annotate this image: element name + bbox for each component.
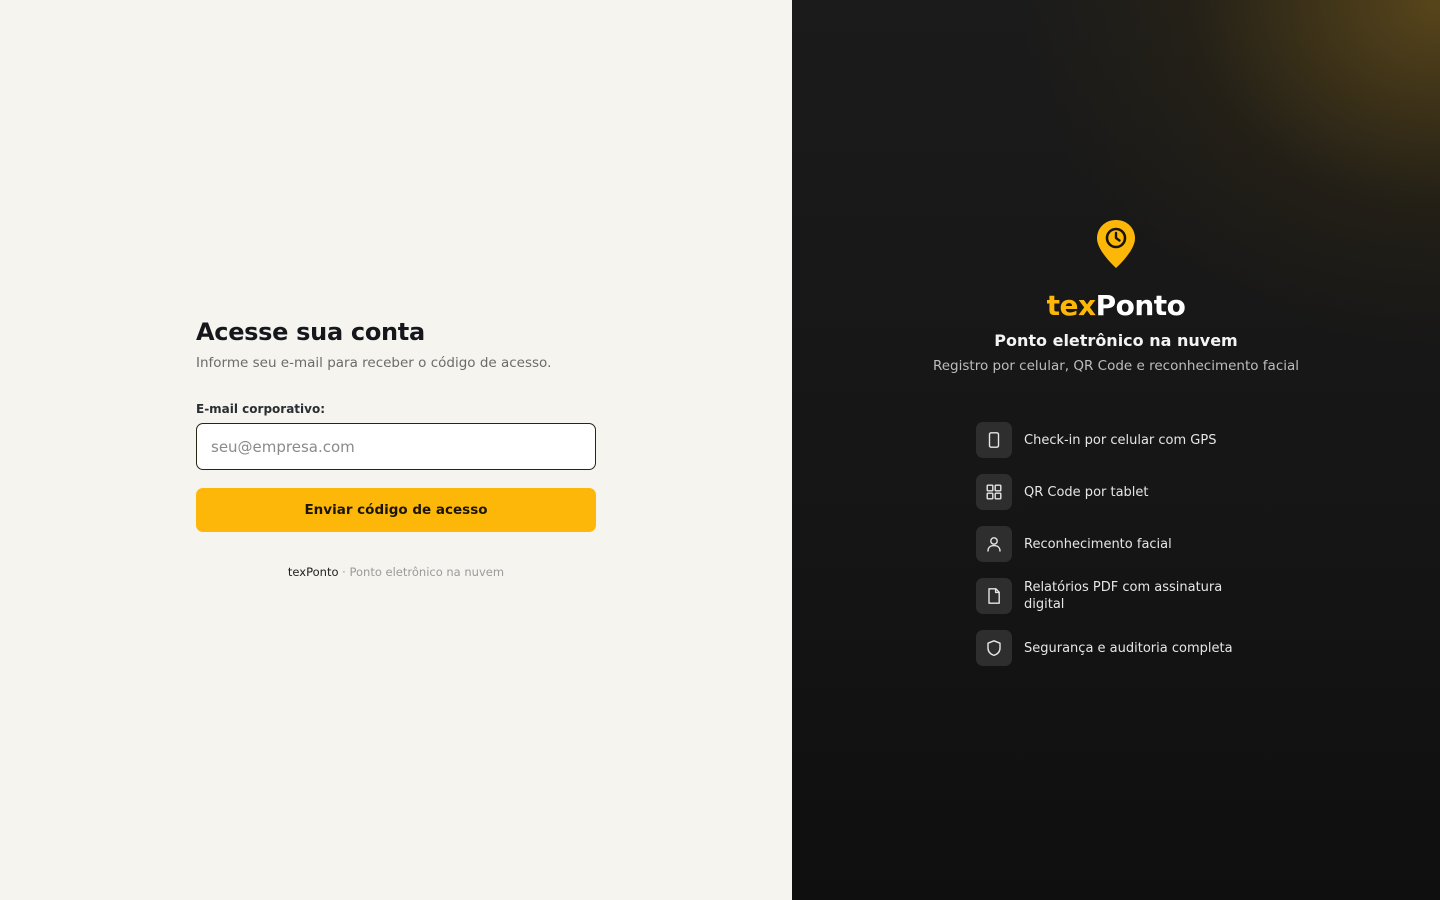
document-icon [976, 578, 1012, 614]
feature-label: Check-in por celular com GPS [1024, 432, 1217, 448]
qr-grid-icon [976, 474, 1012, 510]
feature-item: Relatórios PDF com assinatura digital [976, 578, 1276, 614]
login-subtitle: Informe seu e-mail para receber o código… [196, 355, 552, 371]
location-pin-clock-icon [1094, 218, 1138, 270]
feature-item: Reconhecimento facial [976, 526, 1276, 562]
brand-name-part2: Ponto [1095, 289, 1186, 322]
brand-name-part1: tex [1046, 289, 1096, 322]
brand-description: Registro por celular, QR Code e reconhec… [932, 358, 1300, 374]
feature-label: QR Code por tablet [1024, 484, 1149, 500]
brand-block: texPonto Ponto eletrônico na nuvem Regis… [792, 218, 1440, 376]
feature-label: Relatórios PDF com assinatura digital [1024, 580, 1223, 612]
shield-icon [976, 630, 1012, 666]
feature-label: Reconhecimento facial [1024, 536, 1172, 552]
login-form: Acesse sua conta Informe seu e-mail para… [196, 316, 596, 579]
brand-name: texPonto [792, 288, 1440, 324]
user-icon [976, 526, 1012, 562]
smartphone-icon [976, 422, 1012, 458]
brand-tagline: Ponto eletrônico na nuvem [994, 331, 1238, 350]
feature-item: QR Code por tablet [976, 474, 1276, 510]
login-footer: texPonto · Ponto eletrônico na nuvem [196, 565, 596, 579]
send-code-button[interactable]: Enviar código de acesso [196, 488, 596, 532]
email-label: E-mail corporativo: [196, 402, 326, 416]
footer-text: Ponto eletrônico na nuvem [349, 565, 505, 579]
footer-separator: · [338, 565, 350, 579]
footer-brand: texPonto [287, 565, 339, 579]
brand-panel: texPonto Ponto eletrônico na nuvem Regis… [792, 0, 1440, 900]
feature-item: Segurança e auditoria completa [976, 630, 1276, 666]
login-panel: Acesse sua conta Informe seu e-mail para… [0, 0, 792, 900]
feature-list: Check-in por celular com GPS QR Code por… [976, 422, 1276, 682]
email-input[interactable] [196, 423, 596, 470]
feature-item: Check-in por celular com GPS [976, 422, 1276, 458]
login-title: Acesse sua conta [196, 318, 425, 346]
feature-label: Segurança e auditoria completa [1024, 640, 1233, 656]
